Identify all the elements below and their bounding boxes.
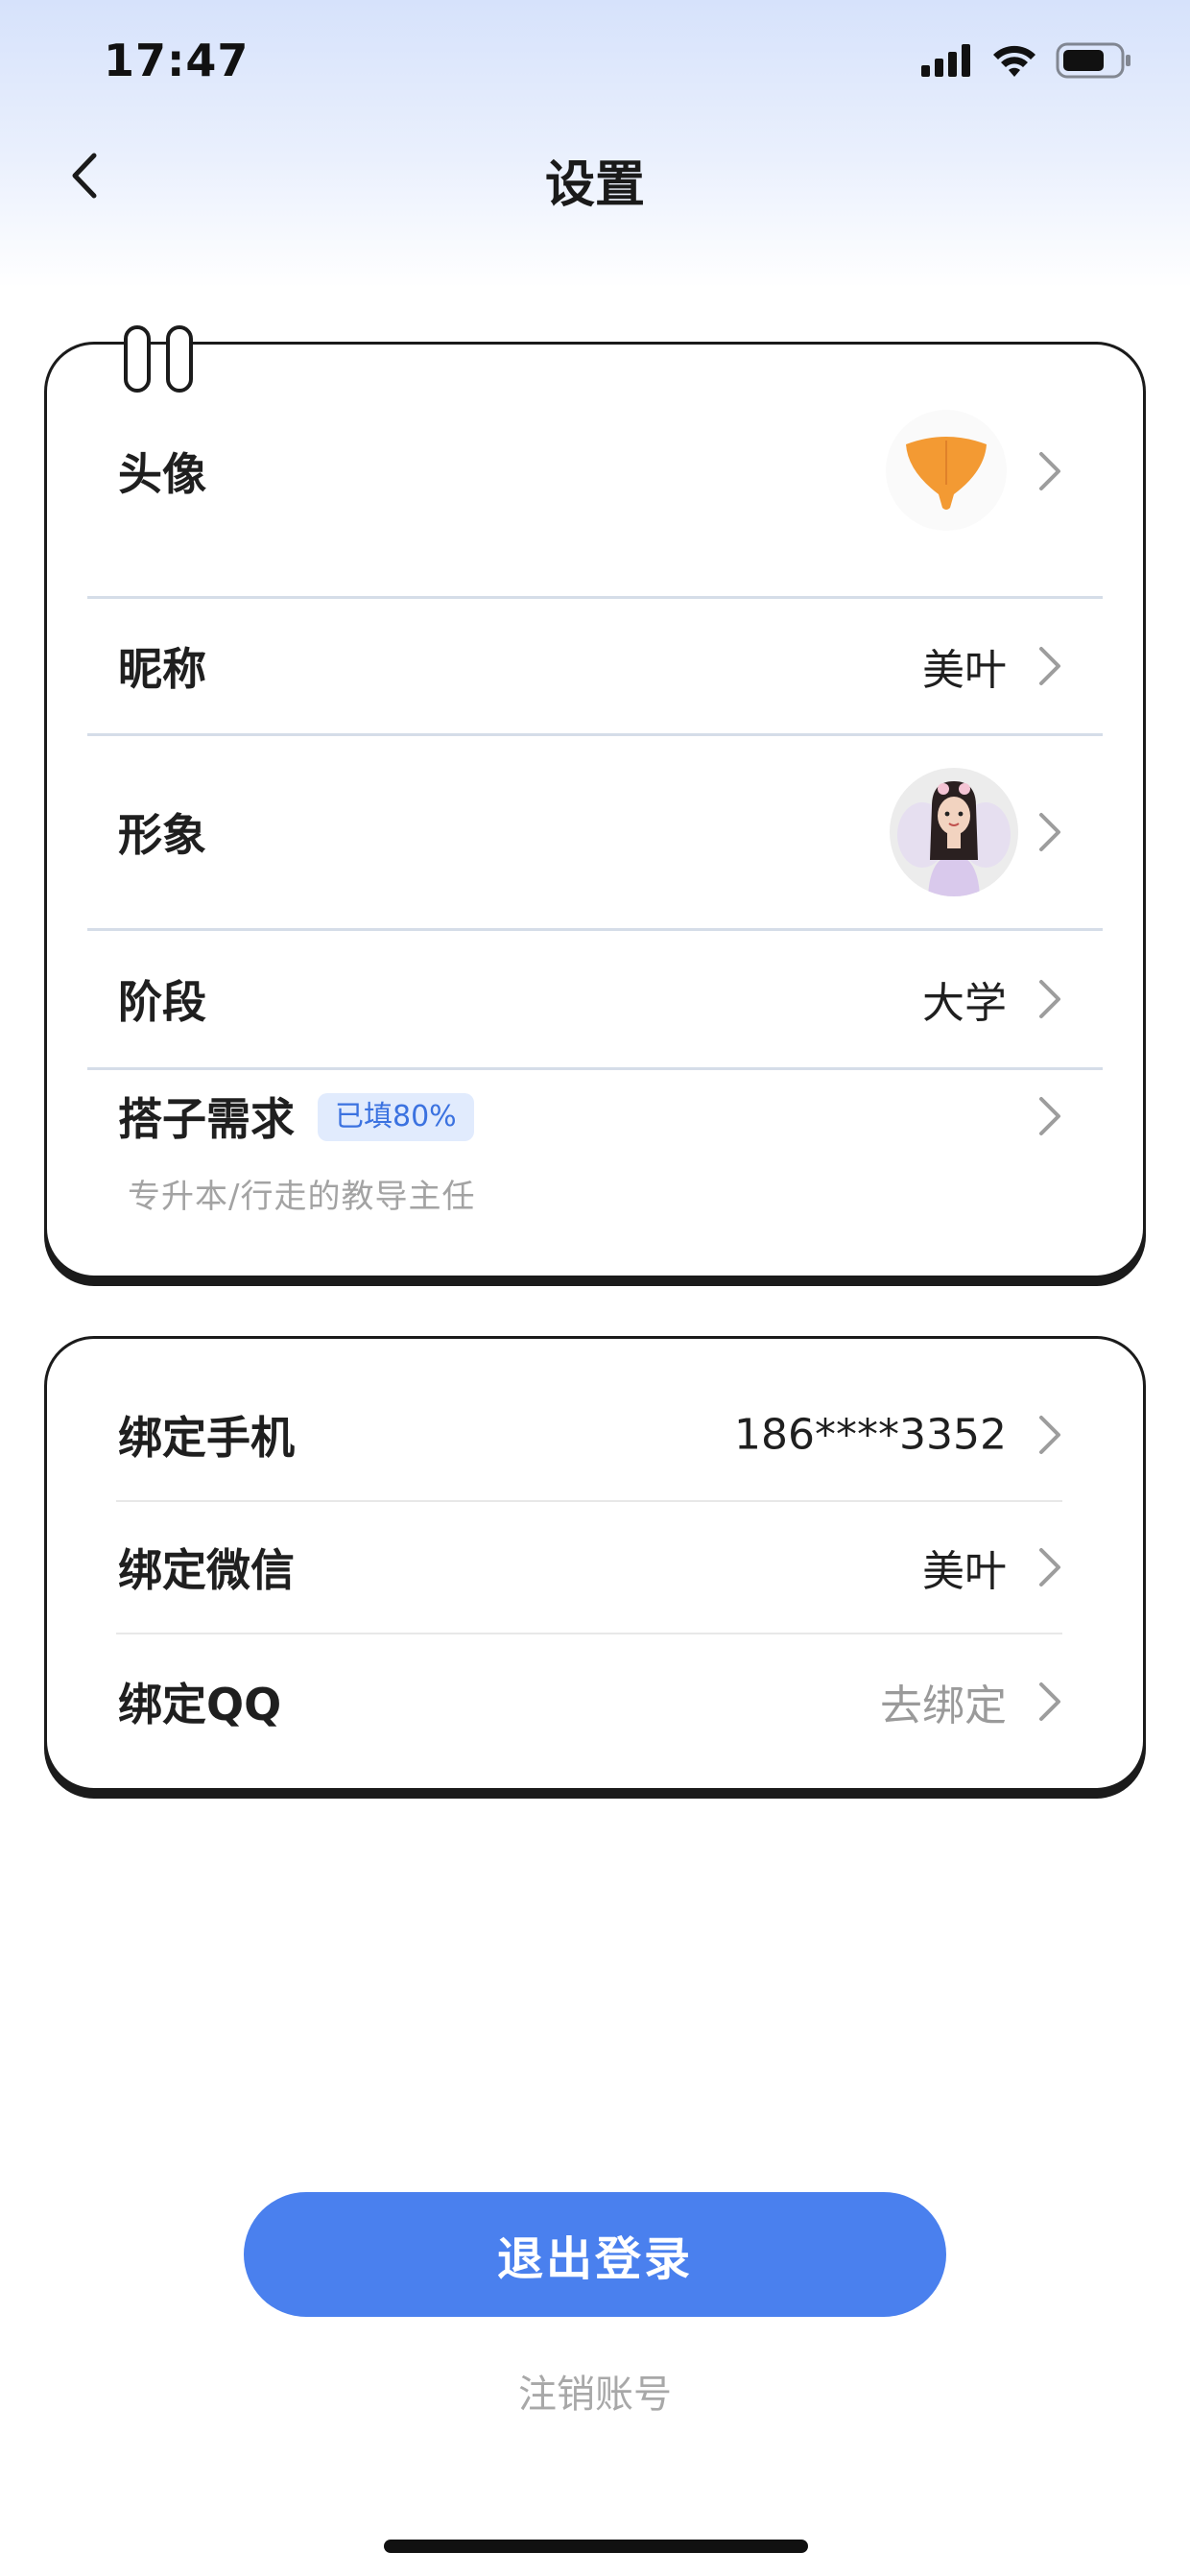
avatar-row[interactable]: 头像 [47, 345, 1143, 598]
bind-wechat-row[interactable]: 绑定微信 美叶 [47, 1502, 1143, 1633]
ginkgo-leaf-icon [906, 437, 987, 510]
wifi-icon [993, 45, 1035, 77]
figure-label: 形象 [118, 809, 206, 861]
figure-avatar[interactable] [890, 768, 1018, 896]
cellular-signal-icon [921, 44, 970, 77]
home-indicator [384, 2540, 808, 2553]
logout-button[interactable]: 退出登录 [244, 2192, 946, 2317]
chevron-right-icon [1039, 1548, 1060, 1586]
stage-value: 大学 [922, 979, 1007, 1028]
chevron-right-icon [1039, 1416, 1060, 1454]
nickname-value: 美叶 [922, 646, 1007, 695]
status-bar: 17:47 [0, 0, 1190, 125]
bind-qq-label: 绑定QQ [118, 1679, 282, 1730]
nav-bar: 设置 [0, 125, 1190, 230]
status-icons [921, 42, 1132, 79]
cancel-account-link[interactable]: 注销账号 [0, 2363, 1190, 2419]
nickname-label: 昵称 [118, 643, 206, 695]
partner-needs-label: 搭子需求 [118, 1093, 295, 1145]
binding-card: 绑定手机 186****3352 绑定微信 美叶 绑定QQ 去绑定 [44, 1336, 1146, 1791]
chevron-right-icon [1039, 1097, 1060, 1135]
bind-wechat-value: 美叶 [922, 1547, 1007, 1596]
bind-phone-value: 186****3352 [734, 1410, 1007, 1460]
battery-icon [1056, 42, 1130, 79]
nickname-row[interactable]: 昵称 美叶 [47, 599, 1143, 733]
bind-qq-value: 去绑定 [880, 1682, 1007, 1730]
chevron-right-icon [1039, 980, 1060, 1018]
avatar-label: 头像 [118, 448, 206, 500]
profile-card: 头像 昵称 美叶 形象 阶段 大学 搭子需求 已填80% 专升本/行走的教导主任 [44, 325, 1146, 1278]
stage-row[interactable]: 阶段 大学 [47, 931, 1143, 1067]
partner-needs-subtext: 专升本/行走的教导主任 [128, 1178, 476, 1216]
completion-badge: 已填80% [318, 1093, 474, 1141]
bind-phone-label: 绑定手机 [118, 1412, 295, 1464]
page-title: 设置 [544, 156, 645, 214]
bind-phone-row[interactable]: 绑定手机 186****3352 [47, 1339, 1143, 1500]
stage-label: 阶段 [118, 976, 206, 1028]
fairy-avatar-icon [897, 781, 1011, 896]
bind-qq-row[interactable]: 绑定QQ 去绑定 [47, 1634, 1143, 1769]
partner-needs-row[interactable]: 搭子需求 已填80% 专升本/行走的教导主任 [47, 1070, 1143, 1262]
chevron-right-icon [1039, 647, 1060, 685]
avatar[interactable] [886, 410, 1007, 531]
chevron-right-icon [1039, 452, 1060, 490]
chevron-right-icon [1039, 813, 1060, 851]
bind-wechat-label: 绑定微信 [118, 1544, 295, 1596]
status-time: 17:47 [104, 35, 250, 86]
chevron-right-icon [1039, 1682, 1060, 1721]
figure-row[interactable]: 形象 [47, 736, 1143, 928]
